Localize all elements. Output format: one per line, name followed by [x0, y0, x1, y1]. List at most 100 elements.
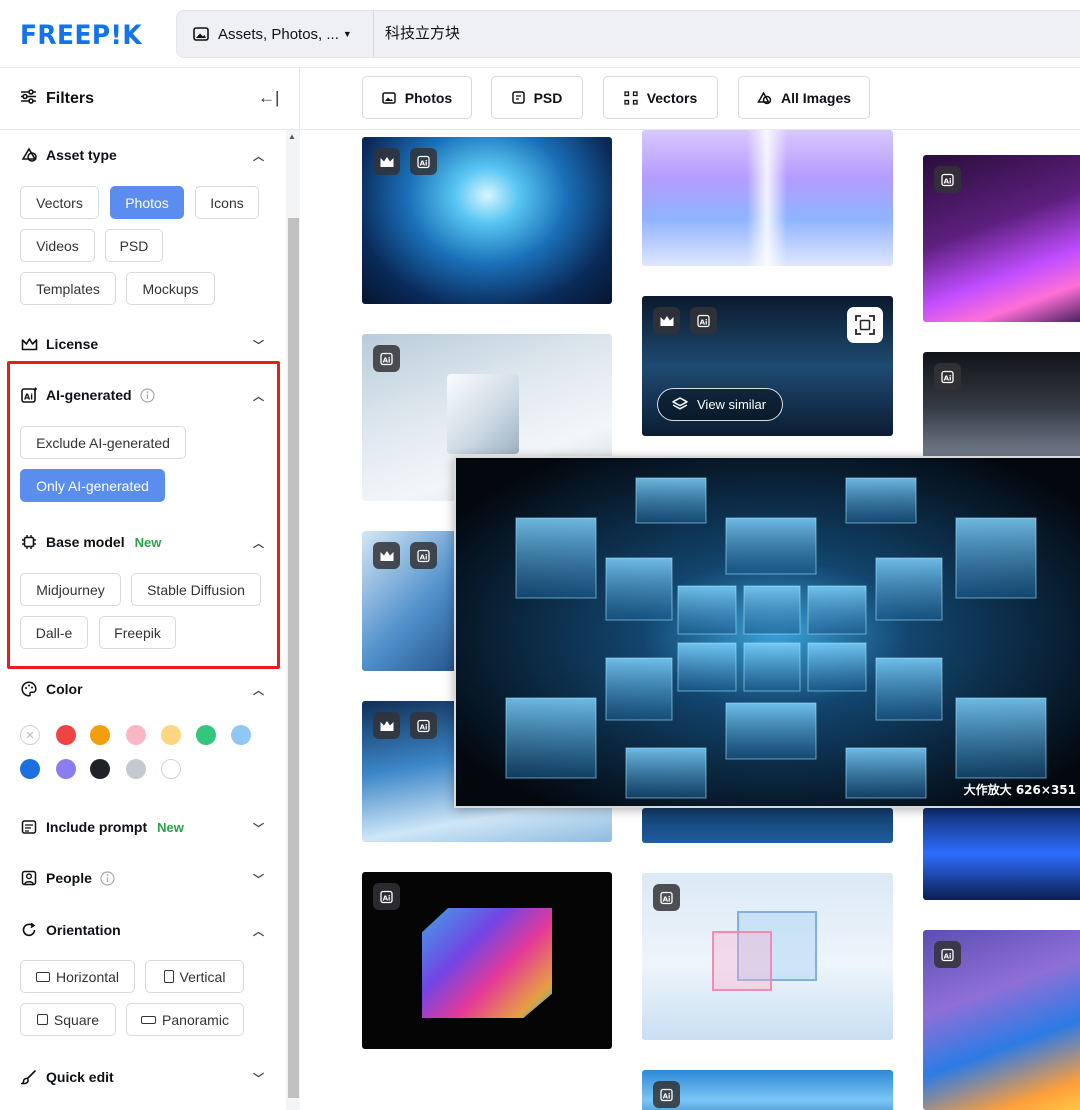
ai-badge-icon[interactable]: Ai	[373, 883, 400, 910]
svg-text:Ai: Ai	[699, 318, 707, 326]
result-image-blue-floor-partial[interactable]	[642, 808, 893, 843]
view-similar-button[interactable]: View similar	[657, 388, 783, 421]
quick-edit-section-header[interactable]: Quick edit ﹀	[20, 1065, 264, 1089]
result-image-neon-city-cube[interactable]: Ai	[923, 155, 1080, 322]
orientation-chip-square[interactable]: Square	[20, 1003, 116, 1036]
tab-photos[interactable]: Photos	[362, 76, 472, 119]
ai-badge-icon[interactable]: Ai	[373, 345, 400, 372]
collapse-sidebar-icon[interactable]: ←|	[258, 88, 279, 108]
color-section-header[interactable]: Color ︿	[20, 677, 264, 701]
asset-type-chip-photos[interactable]: Photos	[110, 186, 184, 219]
image-detail-cube	[447, 374, 519, 454]
info-icon[interactable]	[100, 870, 115, 886]
asset-type-chip-templates[interactable]: Templates	[20, 272, 116, 305]
result-image-blue-cube-tunnel[interactable]: Ai	[362, 137, 612, 304]
tab-psd[interactable]: PSD	[491, 76, 583, 119]
asset-type-label: Asset type	[46, 147, 117, 163]
filters-title: Filters	[46, 89, 95, 107]
chevron-up-icon: ︿	[253, 151, 264, 163]
premium-crown-icon[interactable]	[373, 712, 400, 739]
image-detail-glow	[747, 130, 787, 266]
ai-badge-icon[interactable]: Ai	[653, 884, 680, 911]
tab-vectors[interactable]: Vectors	[603, 76, 718, 119]
top-header: FREEP!K Assets, Photos, ... ▼ 科技立方块	[0, 0, 1080, 68]
color-swatch-light-blue[interactable]	[231, 725, 251, 745]
asset-type-section-header[interactable]: Asset type ︿	[20, 143, 264, 167]
ai-badge-icon[interactable]: Ai	[410, 542, 437, 569]
square-icon	[36, 1014, 48, 1025]
search-similar-icon[interactable]	[847, 307, 883, 343]
image-icon	[193, 27, 209, 41]
ai-badge-icon[interactable]: Ai	[934, 941, 961, 968]
result-image-floating-dark-cubes[interactable]: Ai	[923, 352, 1080, 462]
sidebar-scrollbar-thumb[interactable]	[288, 218, 299, 1098]
color-swatch-white[interactable]	[161, 759, 181, 779]
license-section-header[interactable]: License ﹀	[20, 332, 264, 356]
premium-crown-icon[interactable]	[373, 542, 400, 569]
result-image-purple-glow-room[interactable]	[642, 130, 893, 266]
layers-icon	[672, 397, 688, 412]
chevron-down-icon: ﹀	[253, 340, 264, 352]
ai-badge-icon[interactable]: Ai	[934, 363, 961, 390]
result-image-prism-cube[interactable]: Ai	[923, 930, 1080, 1110]
crown-icon	[20, 337, 38, 351]
include-prompt-label: Include prompt	[46, 819, 148, 835]
color-swatch-purple[interactable]	[56, 759, 76, 779]
tab-all-images[interactable]: All Images	[738, 76, 870, 119]
ai-badge-icon[interactable]: Ai	[653, 1081, 680, 1108]
color-swatch-yellow[interactable]	[161, 725, 181, 745]
asset-type-chip-mockups[interactable]: Mockups	[126, 272, 215, 305]
result-image-neon-grid-cube[interactable]	[923, 808, 1080, 900]
chevron-down-icon: ﹀	[253, 823, 264, 835]
orientation-chip-label: Panoramic	[162, 1011, 229, 1028]
tab-label: All Images	[780, 89, 852, 106]
asset-type-chip-icons[interactable]: Icons	[195, 186, 259, 219]
color-swatch-none[interactable]: ✕	[20, 725, 40, 745]
orientation-chip-label: Square	[53, 1011, 100, 1028]
orientation-chip-vertical[interactable]: Vertical	[145, 960, 244, 993]
result-image-pink-glass-boxes[interactable]: Ai	[642, 873, 893, 1040]
color-swatch-gray[interactable]	[126, 759, 146, 779]
color-swatch-pink[interactable]	[126, 725, 146, 745]
tab-label: Vectors	[646, 89, 698, 106]
search-type-select[interactable]: Assets, Photos, ... ▼	[177, 11, 374, 57]
ai-badge-icon[interactable]: Ai	[410, 712, 437, 739]
orientation-chip-panoramic[interactable]: Panoramic	[126, 1003, 244, 1036]
psd-icon	[511, 91, 525, 104]
color-swatch-green[interactable]	[196, 725, 216, 745]
premium-crown-icon[interactable]	[653, 307, 680, 334]
zoom-preview-cubes-art	[456, 458, 1080, 806]
chevron-up-icon: ︿	[253, 926, 264, 938]
result-image-dark-cube-space[interactable]: Ai View similar	[642, 296, 893, 436]
color-swatch-blue[interactable]	[20, 759, 40, 779]
orientation-chip-label: Vertical	[179, 968, 226, 985]
freepik-logo[interactable]: FREEP!K	[20, 20, 142, 51]
tab-label: PSD	[533, 89, 563, 106]
svg-text:Ai: Ai	[662, 1092, 670, 1100]
color-swatch-red[interactable]	[56, 725, 76, 745]
new-badge: New	[157, 819, 184, 835]
asset-type-chip-videos[interactable]: Videos	[20, 229, 95, 262]
people-section-header[interactable]: People ﹀	[20, 866, 264, 890]
premium-crown-icon[interactable]	[373, 148, 400, 175]
color-swatch-black[interactable]	[90, 759, 110, 779]
svg-text:Ai: Ai	[943, 374, 951, 382]
asset-type-chip-vectors[interactable]: Vectors	[20, 186, 99, 219]
ai-badge-icon[interactable]: Ai	[690, 307, 717, 334]
orientation-section-header[interactable]: Orientation ︿	[20, 918, 264, 942]
asset-type-chip-psd[interactable]: PSD	[105, 229, 163, 262]
include-prompt-section-header[interactable]: Include prompt New ﹀	[20, 815, 264, 839]
color-swatch-orange[interactable]	[90, 725, 110, 745]
ai-badge-icon[interactable]: Ai	[934, 166, 961, 193]
orientation-chip-horizontal[interactable]: Horizontal	[20, 960, 135, 993]
result-image-rainbow-cube[interactable]: Ai	[362, 872, 612, 1049]
result-image-blue-water-cubes[interactable]: Ai	[642, 1070, 893, 1110]
scroll-up-arrow-icon[interactable]: ▲	[288, 132, 296, 141]
shapes-icon	[20, 147, 38, 163]
license-label: License	[46, 336, 99, 352]
svg-text:Ai: Ai	[419, 723, 427, 731]
search-input[interactable]: 科技立方块	[385, 11, 460, 57]
svg-text:Ai: Ai	[943, 177, 951, 185]
ai-badge-icon[interactable]: Ai	[410, 148, 437, 175]
type-tabs-row: Photos PSD Vectors All Images	[301, 68, 1080, 130]
